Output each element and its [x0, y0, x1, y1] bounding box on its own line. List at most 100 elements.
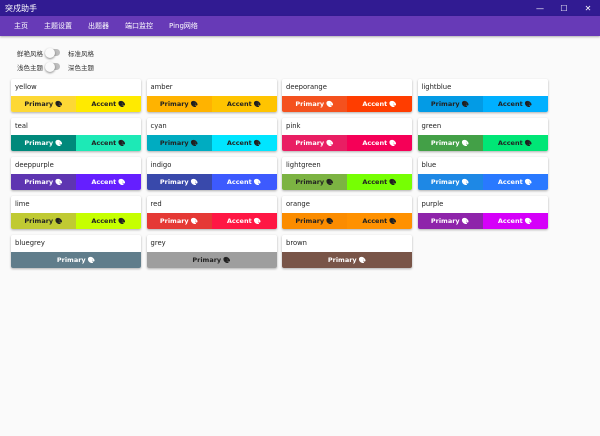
accent-label: Accent [91, 217, 117, 225]
accent-button[interactable]: Accent 🎨 [482, 174, 548, 190]
primary-label: Primary [295, 100, 325, 108]
swatch-name: red [150, 200, 162, 208]
primary-button[interactable]: Primary 🎨 [417, 135, 483, 151]
primary-button[interactable]: Primary 🎨 [146, 135, 212, 151]
palette-icon: 🎨 [87, 256, 96, 264]
palette-icon: 🎨 [118, 100, 126, 108]
swatch-card-amber: amber Primary 🎨 Accent 🎨 [146, 79, 277, 112]
switch-knob [45, 61, 55, 72]
accent-button[interactable]: Accent 🎨 [482, 96, 548, 112]
swatch-buttons: Primary 🎨 Accent 🎨 [417, 213, 548, 229]
accent-button[interactable]: Accent 🎨 [347, 96, 412, 112]
swatch-buttons: Primary 🎨 Accent 🎨 [282, 135, 412, 151]
tab-port-monitor[interactable]: 端口监控 [117, 16, 161, 36]
palette-icon: 🎨 [326, 139, 334, 147]
accent-button[interactable]: Accent 🎨 [347, 213, 412, 229]
swatch-name: grey [150, 239, 166, 247]
accent-button[interactable]: Accent 🎨 [347, 135, 412, 151]
primary-button[interactable]: Primary 🎨 [11, 135, 76, 151]
swatch-card-lightgreen: lightgreen Primary 🎨 Accent 🎨 [282, 157, 412, 190]
primary-button[interactable]: Primary 🎨 [282, 252, 412, 268]
palette-icon: 🎨 [253, 217, 262, 225]
primary-button[interactable]: Primary 🎨 [417, 96, 483, 112]
accent-button[interactable]: Accent 🎨 [76, 213, 141, 229]
swatch-grid: yellow Primary 🎨 Accent 🎨 amber Primary 🎨 Accent… [11, 79, 549, 268]
swatch-name: brown [286, 239, 307, 247]
accent-button[interactable]: Accent 🎨 [211, 213, 277, 229]
swatch-card-deeporange: deeporange Primary 🎨 Accent 🎨 [282, 79, 412, 112]
palette-icon: 🎨 [253, 139, 262, 147]
accent-label: Accent [91, 178, 117, 186]
primary-label: Primary [430, 100, 460, 108]
primary-button[interactable]: Primary 🎨 [146, 96, 212, 112]
accent-button[interactable]: Accent 🎨 [76, 96, 141, 112]
tab-home[interactable]: 主页 [0, 16, 36, 36]
accent-label: Accent [91, 100, 117, 108]
tab-question-generator[interactable]: 出题器 [80, 16, 117, 36]
swatch-card-blue: blue Primary 🎨 Accent 🎨 [417, 157, 548, 190]
accent-button[interactable]: Accent 🎨 [211, 174, 277, 190]
swatch-name: teal [15, 122, 28, 130]
accent-button[interactable]: Accent 🎨 [211, 96, 277, 112]
swatch-card-cyan: cyan Primary 🎨 Accent 🎨 [146, 118, 277, 151]
primary-button[interactable]: Primary 🎨 [11, 174, 76, 190]
primary-label: Primary [24, 217, 54, 225]
nav-bar: 主页 主题设置 出题器 端口监控 Ping网络 [0, 16, 600, 36]
light-theme-label: 浅色主题 [17, 63, 43, 72]
swatch-card-pink: pink Primary 🎨 Accent 🎨 [282, 118, 412, 151]
accent-button[interactable]: Accent 🎨 [211, 135, 277, 151]
primary-button[interactable]: Primary 🎨 [11, 252, 141, 268]
accent-label: Accent [226, 217, 252, 225]
swatch-buttons: Primary 🎨 Accent 🎨 [146, 96, 277, 112]
palette-icon: 🎨 [55, 217, 63, 225]
swatch-name: deeporange [286, 83, 327, 91]
accent-button[interactable]: Accent 🎨 [76, 135, 141, 151]
close-button[interactable]: ✕ [576, 0, 600, 16]
swatch-card-brown: brown Primary 🎨 [282, 235, 412, 268]
primary-button[interactable]: Primary 🎨 [282, 135, 347, 151]
swatch-card-red: red Primary 🎨 Accent 🎨 [146, 196, 277, 229]
window-title: 突戍助手 [5, 3, 37, 13]
swatch-card-purple: purple Primary 🎨 Accent 🎨 [417, 196, 548, 229]
primary-button[interactable]: Primary 🎨 [417, 174, 483, 190]
palette-icon: 🎨 [389, 100, 397, 108]
palette-icon: 🎨 [389, 178, 397, 186]
swatch-name: lime [15, 200, 30, 208]
primary-button[interactable]: Primary 🎨 [282, 174, 347, 190]
primary-button[interactable]: Primary 🎨 [11, 96, 76, 112]
primary-button[interactable]: Primary 🎨 [282, 213, 347, 229]
title-bar: 突戍助手 — ☐ ✕ [0, 0, 600, 16]
accent-button[interactable]: Accent 🎨 [482, 213, 548, 229]
swatch-card-indigo: indigo Primary 🎨 Accent 🎨 [146, 157, 277, 190]
tab-theme-settings[interactable]: 主题设置 [36, 16, 80, 36]
swatch-card-lightblue: lightblue Primary 🎨 Accent 🎨 [417, 79, 548, 112]
maximize-button[interactable]: ☐ [552, 0, 576, 16]
minimize-button[interactable]: — [528, 0, 552, 16]
palette-icon: 🎨 [461, 178, 470, 186]
theme-switch[interactable] [45, 61, 60, 72]
palette-icon: 🎨 [461, 100, 470, 108]
primary-button[interactable]: Primary 🎨 [146, 213, 212, 229]
primary-button[interactable]: Primary 🎨 [11, 213, 76, 229]
palette-icon: 🎨 [253, 100, 262, 108]
swatch-name: lightgreen [286, 161, 321, 169]
accent-label: Accent [362, 178, 388, 186]
style-switch[interactable] [45, 47, 60, 58]
accent-button[interactable]: Accent 🎨 [76, 174, 141, 190]
primary-label: Primary [56, 256, 86, 264]
primary-button[interactable]: Primary 🎨 [282, 96, 347, 112]
accent-button[interactable]: Accent 🎨 [347, 174, 412, 190]
primary-button[interactable]: Primary 🎨 [146, 252, 277, 268]
primary-label: Primary [430, 217, 460, 225]
palette-icon: 🎨 [326, 217, 334, 225]
swatch-buttons: Primary 🎨 [11, 252, 141, 268]
accent-button[interactable]: Accent 🎨 [482, 135, 548, 151]
tab-ping-network[interactable]: Ping网络 [161, 16, 206, 36]
accent-label: Accent [226, 178, 252, 186]
primary-button[interactable]: Primary 🎨 [417, 213, 483, 229]
primary-button[interactable]: Primary 🎨 [146, 174, 212, 190]
swatch-buttons: Primary 🎨 Accent 🎨 [146, 174, 277, 190]
swatch-card-teal: teal Primary 🎨 Accent 🎨 [11, 118, 141, 151]
palette-icon: 🎨 [326, 178, 334, 186]
palette-icon: 🎨 [524, 139, 533, 147]
